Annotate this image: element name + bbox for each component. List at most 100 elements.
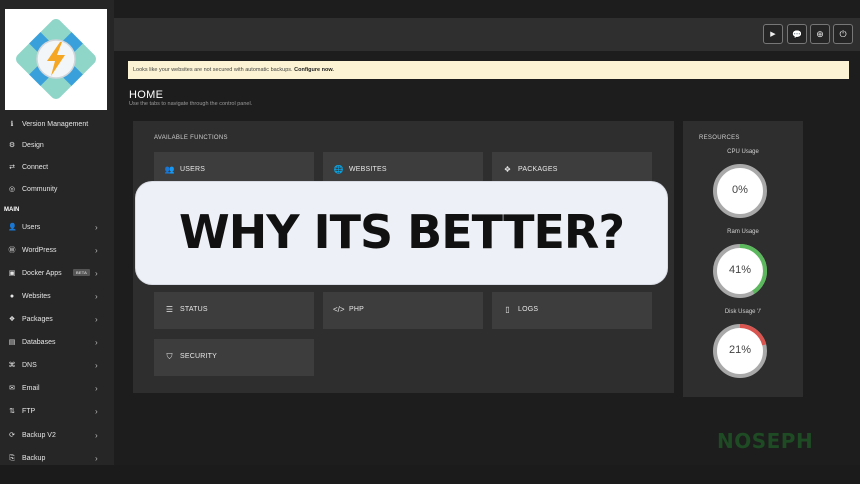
function-card-logs[interactable]: ▯ LOGS xyxy=(492,292,652,329)
sidebar-item-label: DNS xyxy=(22,362,37,369)
power-icon: ⏻ xyxy=(839,28,847,39)
comments-icon: ◎ xyxy=(8,186,16,193)
headline-text: WHY ITS BETTER? xyxy=(178,205,625,259)
chat-button[interactable]: 💬 xyxy=(787,24,807,44)
link-icon: ⇄ xyxy=(9,164,15,171)
sidebar-item-label: Backup xyxy=(22,455,46,462)
function-card-label: USERS xyxy=(180,166,206,173)
gauge-label: CPU Usage xyxy=(727,149,759,155)
globe-icon: 🌐 xyxy=(333,165,344,174)
backup-icon: ⎘ xyxy=(9,455,15,462)
chevron-right-icon: › xyxy=(95,223,98,232)
sidebar-item-label: Docker Apps xyxy=(22,270,62,277)
file-icon: ▯ xyxy=(505,305,510,314)
status-icon: ☰ xyxy=(165,305,174,314)
page-subtitle: Use the tabs to navigate through the con… xyxy=(129,101,253,107)
sidebar-item-label: Users xyxy=(22,224,41,231)
sidebar-item-packages[interactable]: ❖ Packages › xyxy=(0,310,114,330)
function-card-label: LOGS xyxy=(518,306,539,313)
youtube-button[interactable]: ▶ xyxy=(763,24,783,44)
logo-icon xyxy=(16,19,96,99)
chevron-right-icon: › xyxy=(95,246,98,255)
sidebar-item-connect[interactable]: ⇄ Connect xyxy=(0,158,114,178)
users-icon: 👤 xyxy=(8,224,17,231)
bottom-strip xyxy=(0,465,860,484)
power-button[interactable]: ⏻ xyxy=(833,24,853,44)
chevron-right-icon: › xyxy=(95,384,98,393)
function-card-status[interactable]: ☰ STATUS xyxy=(154,292,314,329)
chevron-right-icon: › xyxy=(95,454,98,463)
sidebar-item-label: Connect xyxy=(22,164,49,171)
sidebar-item-databases[interactable]: ▤ Databases › xyxy=(0,333,114,353)
backup-icon: ⟳ xyxy=(9,432,15,439)
chevron-right-icon: › xyxy=(95,407,98,416)
chevron-right-icon: › xyxy=(95,292,98,301)
sidebar-item-dns[interactable]: ⌘ DNS › xyxy=(0,356,114,376)
gauge-label: Disk Usage '/' xyxy=(724,309,762,315)
sidebar-item-label: Community xyxy=(22,186,58,193)
gear-icon: ⚙ xyxy=(8,142,16,149)
sidebar-item-wordpress[interactable]: Ⓦ WordPress › xyxy=(0,241,114,261)
chevron-right-icon: › xyxy=(95,361,98,370)
function-card-label: PHP xyxy=(349,306,364,313)
dns-icon: ⌘ xyxy=(8,362,16,369)
page-title: HOME xyxy=(129,89,164,101)
function-card-label: PACKAGES xyxy=(518,166,558,173)
users-icon: 👥 xyxy=(164,165,175,174)
sidebar-item-label: Packages xyxy=(22,316,53,323)
top-bar: ▶ 💬 ⊕ ⏻ xyxy=(114,18,860,51)
youtube-icon: ▶ xyxy=(770,31,776,38)
sidebar-item-ftp[interactable]: ⇅ FTP › xyxy=(0,402,114,422)
function-card-security[interactable]: ⛉ SECURITY xyxy=(154,339,314,376)
sidebar-item-label: Design xyxy=(22,142,44,149)
chevron-right-icon: › xyxy=(95,269,98,278)
code-icon: </> xyxy=(333,305,345,314)
sidebar-item-version-management[interactable]: ℹ Version Management xyxy=(0,115,114,135)
functions-title: AVAILABLE FUNCTIONS xyxy=(154,135,228,141)
gauge-value: 41% xyxy=(728,264,752,276)
chevron-right-icon: › xyxy=(95,338,98,347)
info-icon: ℹ xyxy=(10,121,14,128)
sidebar-item-docker-apps[interactable]: ▣ Docker Apps BETA › xyxy=(0,264,114,284)
packages-icon: ❖ xyxy=(503,165,512,174)
logo[interactable] xyxy=(5,9,107,110)
sidebar-item-backup-v2[interactable]: ⟳ Backup V2 › xyxy=(0,426,114,446)
function-card-label: SECURITY xyxy=(180,353,217,360)
support-icon: ⊕ xyxy=(816,28,824,39)
sidebar-item-websites[interactable]: ● Websites › xyxy=(0,287,114,307)
database-icon: ▤ xyxy=(8,339,16,346)
function-card-php[interactable]: </> PHP xyxy=(323,292,483,329)
function-card-label: STATUS xyxy=(180,306,208,313)
backup-alert: Looks like your websites are not secured… xyxy=(128,61,849,79)
configure-now-link[interactable]: Configure now. xyxy=(294,67,334,73)
sidebar: ℹ Version Management ⚙ Design ⇄ Connect ◎ Commu… xyxy=(0,0,114,465)
support-button[interactable]: ⊕ xyxy=(810,24,830,44)
email-icon: ✉ xyxy=(9,385,15,392)
gauge-value: 0% xyxy=(732,184,748,196)
packages-icon: ❖ xyxy=(8,316,16,323)
alert-text: Looks like your websites are not secured… xyxy=(133,67,293,73)
sidebar-item-label: FTP xyxy=(22,408,36,415)
beta-badge: BETA xyxy=(73,269,90,276)
resources-title: RESOURCES xyxy=(699,135,740,141)
sidebar-item-label: Backup V2 xyxy=(22,432,56,439)
chat-icon: 💬 xyxy=(792,29,802,39)
shield-icon: ⛉ xyxy=(166,352,173,361)
sidebar-item-email[interactable]: ✉ Email › xyxy=(0,379,114,399)
sidebar-item-label: Email xyxy=(22,385,40,392)
chevron-right-icon: › xyxy=(95,431,98,440)
section-main-heading: MAIN xyxy=(4,207,20,213)
gauge-label: Ram Usage xyxy=(727,229,759,235)
function-card-label: WEBSITES xyxy=(349,166,387,173)
docker-icon: ▣ xyxy=(8,270,16,277)
chevron-right-icon: › xyxy=(95,315,98,324)
sidebar-item-users[interactable]: 👤 Users › xyxy=(0,218,114,238)
gauge-value: 21% xyxy=(728,344,752,356)
sidebar-item-label: Databases xyxy=(22,339,56,346)
sidebar-item-community[interactable]: ◎ Community xyxy=(0,180,114,200)
sidebar-item-design[interactable]: ⚙ Design xyxy=(0,136,114,156)
sidebar-item-label: Websites xyxy=(22,293,51,300)
watermark: NOSEPH xyxy=(717,429,814,453)
wordpress-icon: Ⓦ xyxy=(8,247,16,254)
ftp-icon: ⇅ xyxy=(9,408,15,415)
